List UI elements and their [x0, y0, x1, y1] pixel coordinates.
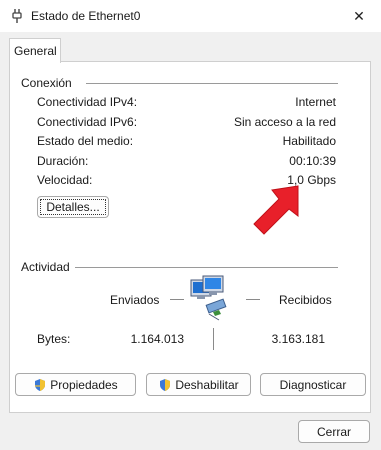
bytes-sent-value: 1.164.013 [130, 332, 184, 346]
properties-button[interactable]: Propiedades [15, 373, 136, 396]
diagnose-button[interactable]: Diagnosticar [260, 373, 366, 396]
media-state-value: Habilitado [282, 134, 336, 148]
close-button[interactable]: Cerrar [298, 420, 370, 443]
window-title: Estado de Ethernet0 [31, 9, 141, 23]
sent-line [170, 299, 184, 300]
bytes-received-value: 3.163.181 [271, 332, 325, 346]
media-state-label: Estado del medio: [37, 134, 134, 148]
red-arrow-icon [253, 185, 299, 235]
ethernet-plug-icon [12, 9, 22, 23]
properties-button-label: Propiedades [50, 377, 118, 392]
details-button[interactable]: Detalles... [37, 196, 109, 218]
tab-general[interactable]: General [9, 38, 61, 63]
disable-button-label: Deshabilitar [175, 377, 239, 392]
ipv4-label: Conectividad IPv4: [37, 95, 138, 109]
bytes-label: Bytes: [37, 332, 71, 346]
duration-label: Duración: [37, 154, 89, 168]
close-window-button[interactable]: ✕ [337, 0, 381, 32]
bytes-divider [213, 328, 214, 350]
received-label: Recibidos [279, 293, 332, 307]
diagnose-button-label: Diagnosticar [279, 377, 347, 392]
disable-button[interactable]: Deshabilitar [146, 373, 251, 396]
network-computers-icon [190, 275, 227, 321]
activity-heading: Actividad [21, 260, 70, 274]
speed-label: Velocidad: [37, 173, 93, 187]
uac-shield-icon [160, 378, 171, 391]
received-line [246, 299, 260, 300]
sent-label: Enviados [110, 293, 160, 307]
tab-general-label: General [14, 44, 57, 58]
ipv6-value: Sin acceso a la red [233, 115, 336, 129]
ipv4-value: Internet [295, 95, 336, 109]
duration-value: 00:10:39 [289, 154, 336, 168]
activity-divider [75, 267, 338, 268]
title-bar: Estado de Ethernet0 ✕ [0, 0, 381, 32]
connection-divider [86, 83, 338, 84]
ipv6-label: Conectividad IPv6: [37, 115, 138, 129]
close-icon: ✕ [353, 7, 365, 24]
uac-shield-icon [35, 378, 46, 391]
details-button-label: Detalles... [46, 200, 100, 214]
connection-heading: Conexión [21, 76, 72, 90]
general-panel [9, 61, 371, 413]
close-button-label: Cerrar [316, 424, 351, 439]
